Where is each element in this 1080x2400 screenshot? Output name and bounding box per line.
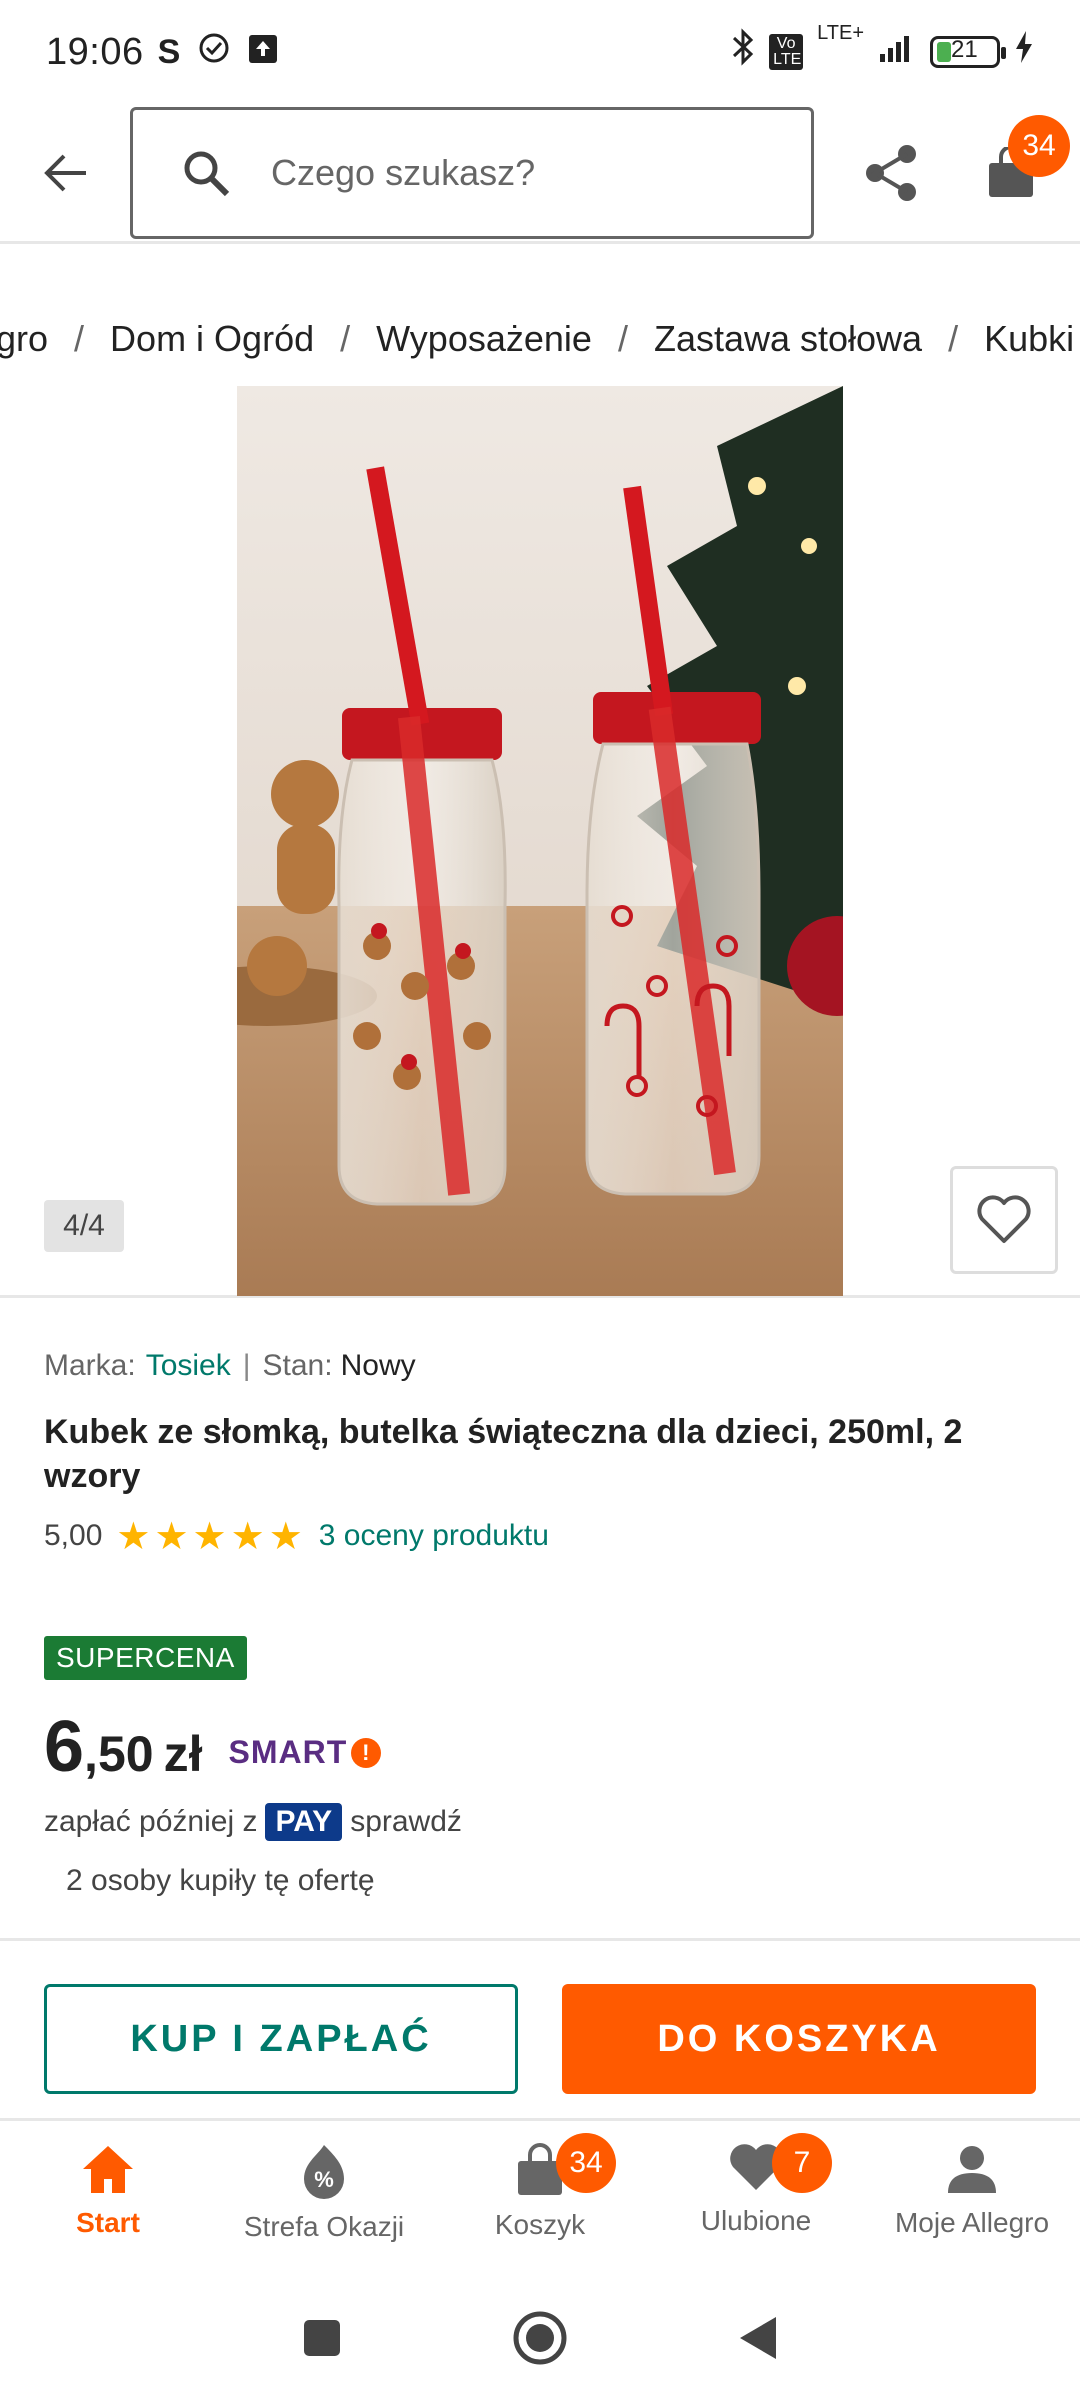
brand-link[interactable]: Tosiek (146, 1349, 231, 1383)
pay-check-link[interactable]: sprawdź (350, 1805, 462, 1839)
status-bar: 19:06 S Vo LTE LTE+ 21 (0, 0, 1080, 104)
s-indicator-icon: S (157, 32, 181, 71)
image-counter: 4/4 (44, 1200, 124, 1252)
rating-stars: ★ ★ ★ ★ ★ (116, 1514, 302, 1559)
nav-label: Moje Allegro (894, 2207, 1050, 2238)
pay-logo: PAY (265, 1803, 343, 1841)
pay-later-text: zapłać później z (44, 1805, 258, 1838)
star-icon: ★ (116, 1515, 151, 1558)
condition-label: Stan: (262, 1349, 333, 1382)
home-button[interactable] (512, 2310, 568, 2371)
heart-outline-icon (977, 1195, 1031, 1243)
reviews-link[interactable]: 3 oceny produktu (319, 1519, 549, 1553)
price-fraction: ,50 (84, 1726, 154, 1782)
square-icon (304, 2319, 340, 2356)
recents-button[interactable] (302, 2318, 342, 2363)
search-input[interactable] (271, 151, 751, 194)
share-button[interactable] (826, 103, 956, 243)
product-gallery[interactable]: 4/4 (0, 386, 1080, 1298)
pay-later-row[interactable]: zapłać później z PAY sprawdź (44, 1798, 1044, 1846)
bluetooth-icon (731, 28, 755, 76)
nav-deals[interactable]: % Strefa Okazji (216, 2121, 432, 2278)
nav-start[interactable]: Start (0, 2121, 216, 2278)
price-row: 6 ,50 zł SMART ! (44, 1706, 1044, 1790)
brand-line: Marka: Tosiek | Stan: Nowy (44, 1340, 1044, 1392)
check-circle-icon (198, 31, 230, 74)
add-to-cart-button[interactable]: DO KOSZYKA (562, 1984, 1036, 2094)
system-navigation (0, 2280, 1080, 2400)
product-info: Marka: Tosiek | Stan: Nowy Kubek ze słom… (44, 1340, 1044, 1898)
breadcrumb-separator: / (74, 318, 85, 359)
star-icon: ★ (192, 1515, 227, 1558)
supercena-badge: SUPERCENA (44, 1636, 247, 1680)
brand-label: Marka: (44, 1349, 136, 1382)
star-icon: ★ (230, 1515, 265, 1558)
breadcrumb-separator: / (948, 318, 959, 359)
back-system-button[interactable] (738, 2315, 778, 2366)
app-header: 34 (0, 104, 1080, 244)
signal-icon (878, 31, 916, 74)
breadcrumb-item[interactable]: gro (0, 318, 48, 360)
home-icon (83, 2146, 133, 2193)
rating-row: 5,00 ★ ★ ★ ★ ★ 3 oceny produktu (44, 1512, 1044, 1560)
breadcrumb-item[interactable]: Wyposażenie (376, 318, 592, 360)
cart-badge: 34 (556, 2133, 616, 2193)
star-icon: ★ (268, 1515, 303, 1558)
smart-info-icon: ! (351, 1737, 382, 1768)
back-button[interactable] (0, 103, 130, 243)
charging-icon (1014, 30, 1034, 74)
search-field[interactable] (130, 106, 814, 239)
price-integer: 6 (44, 1707, 85, 1787)
breadcrumb-item[interactable]: Dom i Ogród (110, 318, 314, 360)
nav-account[interactable]: Moje Allegro (864, 2121, 1080, 2278)
upload-icon (248, 31, 278, 74)
cart-count-badge: 34 (1008, 114, 1070, 177)
smart-badge[interactable]: SMART ! (228, 1734, 382, 1771)
star-icon: ★ (154, 1515, 189, 1558)
triangle-back-icon (740, 2316, 776, 2359)
deals-icon: % (304, 2145, 344, 2199)
breadcrumb-separator: / (617, 318, 628, 359)
rating-score: 5,00 (44, 1519, 103, 1552)
breadcrumb-item[interactable]: Kubki (984, 318, 1074, 360)
divider (0, 1938, 1080, 1941)
nav-label: Koszyk (494, 2209, 586, 2240)
volte-icon: Vo LTE (769, 34, 804, 70)
status-time: 19:06 (46, 30, 144, 73)
nav-label: Ulubione (700, 2205, 812, 2236)
network-type: LTE+ (817, 22, 864, 44)
product-image[interactable] (237, 386, 843, 1296)
product-title: Kubek ze słomką, butelka świąteczna dla … (44, 1413, 963, 1495)
breadcrumb-item[interactable]: Zastawa stołowa (654, 318, 922, 360)
search-icon (184, 151, 230, 196)
svg-text:%: % (314, 2167, 334, 2192)
condition-value: Nowy (340, 1349, 416, 1382)
share-icon (866, 144, 916, 201)
breadcrumb: gro / Dom i Ogród / Wyposażenie / Zastaw… (0, 300, 1080, 380)
nav-label: Start (76, 2207, 140, 2238)
favorite-button[interactable] (950, 1166, 1058, 1274)
breadcrumb-separator: / (340, 318, 351, 359)
price-currency: zł (163, 1726, 203, 1782)
nav-cart[interactable]: Koszyk 34 (432, 2121, 648, 2278)
person-icon (948, 2146, 996, 2193)
separator: | (242, 1349, 251, 1382)
nav-favorites[interactable]: Ulubione 7 (648, 2121, 864, 2278)
favorites-badge: 7 (772, 2133, 832, 2193)
smart-label: SMART (228, 1734, 348, 1770)
bottom-navigation: Start % Strefa Okazji Koszyk 34 Ulubione… (0, 2118, 1080, 2278)
buy-now-button[interactable]: KUP I ZAPŁAĆ (44, 1984, 518, 2094)
battery-icon: 21 (930, 36, 1006, 68)
arrow-left-icon (44, 154, 86, 191)
circle-icon (513, 2311, 567, 2364)
buyers-count: 2 osoby kupiły tę ofertę (66, 1864, 375, 1897)
header-cart-button[interactable]: 34 (956, 103, 1070, 243)
nav-label: Strefa Okazji (243, 2211, 405, 2242)
